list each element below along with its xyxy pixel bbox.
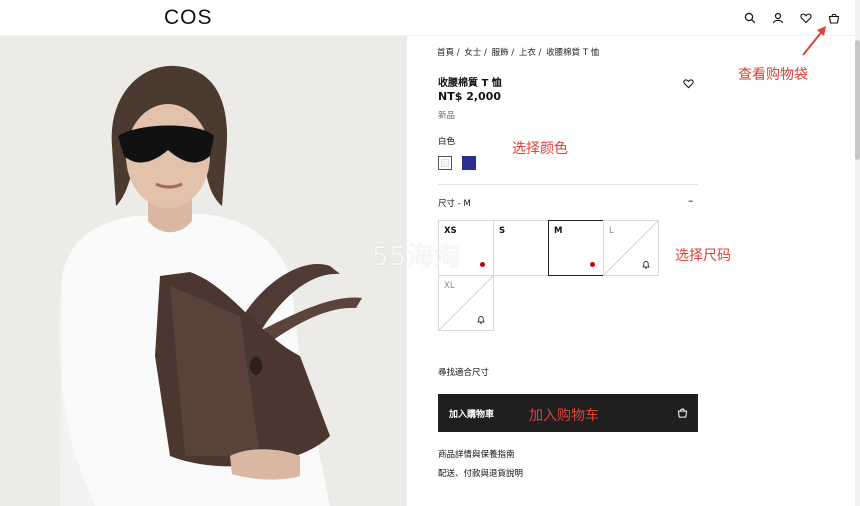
product-title: 收腰棉質 T 恤 (438, 78, 502, 89)
annotation-add-to-cart: 加入购物车 (529, 408, 599, 424)
breadcrumb-women[interactable]: 女士 / (464, 48, 487, 58)
breadcrumb-tops[interactable]: 上衣 / (519, 48, 542, 58)
wishlist-icon[interactable] (799, 11, 813, 25)
cos-logo[interactable]: COS (164, 6, 213, 30)
search-icon[interactable] (743, 11, 757, 25)
new-badge: 新品 (438, 111, 456, 121)
size-option-label: S (499, 226, 506, 236)
size-option-l[interactable]: L (603, 220, 659, 276)
annotation-choose-size: 选择尺码 (675, 248, 731, 264)
bag-icon[interactable] (827, 11, 841, 25)
watermark: 55海淘 (372, 242, 462, 272)
color-label: 白色 (438, 137, 456, 147)
account-icon[interactable] (771, 11, 785, 25)
product-details-link[interactable]: 商品詳情與保養指南 (438, 448, 515, 460)
color-swatch-navy[interactable] (462, 156, 476, 170)
annotation-choose-color: 选择颜色 (512, 141, 568, 157)
breadcrumb: 首頁 / 女士 / 服飾 / 上衣 / 收腰棉質 T 恤 (437, 46, 601, 58)
size-collapse-toggle[interactable]: – (688, 194, 694, 207)
color-swatch-white[interactable] (438, 156, 452, 170)
annotation-arrow-icon (802, 26, 826, 56)
breadcrumb-clothing[interactable]: 服飾 / (492, 48, 515, 58)
product-image[interactable] (0, 36, 407, 506)
size-option-label: XL (444, 281, 455, 291)
shipping-returns-link[interactable]: 配送、付款與退貨說明 (438, 467, 523, 479)
size-option-label: M (554, 226, 563, 236)
size-option-s[interactable]: S (493, 220, 549, 276)
notify-bell-icon (477, 315, 485, 324)
size-option-xl[interactable]: XL (438, 275, 494, 331)
breadcrumb-current: 收腰棉質 T 恤 (546, 48, 600, 58)
wishlist-heart-icon[interactable] (683, 74, 694, 89)
low-stock-dot (480, 262, 485, 267)
scrollbar-thumb[interactable] (855, 40, 860, 160)
breadcrumb-home[interactable]: 首頁 / (437, 48, 460, 58)
find-size-link[interactable]: 尋找適合尺寸 (438, 366, 489, 378)
size-label: 尺寸 - M (438, 199, 471, 209)
low-stock-dot (590, 262, 595, 267)
add-to-cart-label: 加入購物車 (449, 409, 495, 420)
product-price: NT$ 2,000 (438, 90, 501, 103)
site-header: COS (0, 0, 860, 36)
bag-icon (677, 408, 688, 418)
divider (438, 184, 698, 185)
size-option-label: XS (444, 226, 457, 236)
size-option-label: L (609, 226, 614, 236)
annotation-view-cart: 查看购物袋 (738, 67, 808, 83)
notify-bell-icon (642, 260, 650, 269)
size-option-m[interactable]: M (548, 220, 604, 276)
